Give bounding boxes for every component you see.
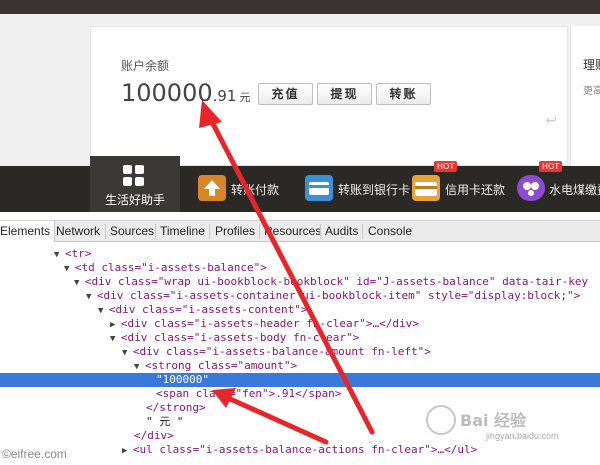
recharge-button[interactable]: 充值	[258, 83, 313, 105]
balance-label: 账户余额	[121, 59, 170, 73]
tab-separator	[155, 224, 156, 239]
dom-node[interactable]: ▼ <div class="i-assets-body fn-clear">	[0, 331, 600, 345]
utility-icon	[517, 175, 545, 201]
amount-integer: 100000	[121, 79, 213, 107]
service-label: 信用卡还款	[445, 183, 506, 197]
watermark-url: jingyan.baidu.com	[486, 431, 559, 441]
tab-elements[interactable]: Elements	[0, 221, 56, 242]
dom-node[interactable]: ▼ <strong class="amount">	[0, 359, 600, 373]
paw-logo-icon	[426, 405, 456, 435]
tab-separator	[320, 224, 321, 239]
watermark-title: Bai 经验	[460, 411, 527, 430]
service-credit-card[interactable]: HOT 信用卡还款	[412, 161, 512, 212]
tab-separator	[362, 224, 363, 239]
dom-node[interactable]: ▶ <ul class="i-assets-balance-actions fn…	[0, 443, 600, 457]
transfer-button[interactable]: 转账	[376, 83, 431, 105]
withdraw-button[interactable]: 提现	[317, 83, 372, 105]
balance-card: 账户余额 100000.91 元 充值 提现 转账 ↩	[90, 26, 568, 166]
amount-fen: .91	[212, 87, 237, 105]
dom-node[interactable]: ▼ <div class="i-assets-content">	[0, 303, 600, 317]
service-transfer-pay[interactable]: 转账付款	[198, 166, 298, 212]
service-utility[interactable]: HOT 水电煤缴费	[517, 161, 600, 212]
tab-separator	[209, 224, 210, 239]
service-bank-transfer[interactable]: 转账到银行卡	[305, 166, 415, 212]
dom-node[interactable]: ▼ <div class="wrap ui-bookblock-bookbloc…	[0, 275, 600, 289]
dom-node[interactable]: ▶ <div class="i-assets-header fn-clear">…	[0, 317, 600, 331]
service-label: 转账到银行卡	[338, 183, 411, 197]
balance-amount: 100000.91 元	[121, 79, 250, 107]
credit-card-icon	[412, 175, 440, 201]
top-header-strip	[0, 0, 600, 14]
tab-profiles[interactable]: Profiles	[215, 224, 255, 238]
hot-badge: HOT	[539, 161, 563, 172]
currency-label: 元	[239, 91, 251, 104]
dom-node[interactable]: ▼ <tr>	[0, 247, 600, 261]
watermark-right: Bai 经验 jingyan.baidu.com	[426, 405, 596, 445]
transfer-icon	[198, 175, 226, 201]
dom-node[interactable]: ▼ <div class="i-assets-balance-amount fn…	[0, 345, 600, 359]
dom-node-selected[interactable]: "100000"	[0, 373, 600, 387]
tab-console[interactable]: Console	[368, 224, 412, 238]
tab-audits[interactable]: Audits	[325, 224, 358, 238]
side-card-title: 理财	[583, 58, 600, 72]
dom-node[interactable]: ▼ <td class="i-assets-balance">	[0, 261, 600, 275]
tab-sources[interactable]: Sources	[110, 224, 154, 238]
side-card: 理财 更高	[570, 26, 600, 166]
service-life-assistant[interactable]: 生活好助手	[90, 156, 180, 212]
tab-separator	[105, 224, 106, 239]
dom-node[interactable]: <span class="fen">.91</span>	[0, 387, 600, 401]
tab-resources[interactable]: Resources	[264, 224, 321, 238]
tab-timeline[interactable]: Timeline	[160, 224, 205, 238]
dom-node[interactable]: ▼ <div class="i-assets-container ui-book…	[0, 289, 600, 303]
side-card-subtitle: 更高	[583, 86, 600, 97]
service-label: 转账付款	[231, 183, 280, 197]
refresh-icon[interactable]: ↩	[545, 113, 557, 129]
tab-separator	[259, 224, 260, 239]
bank-card-icon	[305, 175, 333, 201]
grid-icon	[123, 165, 145, 187]
devtools-tab-bar: Elements Network Sources Timeline Profil…	[0, 220, 600, 242]
service-label: 生活好助手	[104, 193, 165, 207]
hot-badge: HOT	[434, 161, 458, 172]
watermark-left: ©eifree.com	[2, 447, 67, 461]
service-label: 水电煤缴费	[549, 183, 600, 197]
tab-network[interactable]: Network	[56, 224, 100, 238]
